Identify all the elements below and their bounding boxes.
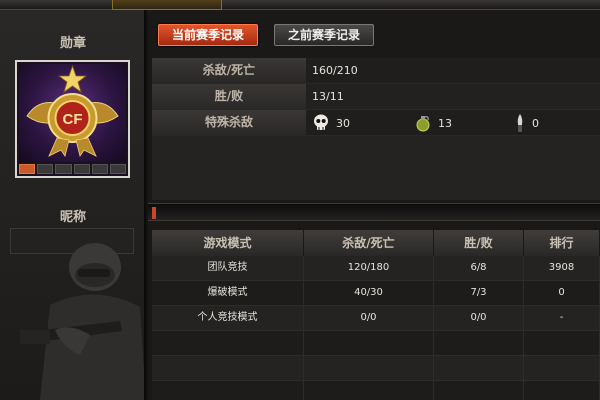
rank-cell: 3908 [524, 256, 600, 280]
tab-1[interactable] [22, 0, 102, 10]
rank-cell: 0 [524, 281, 600, 305]
previous-season-button[interactable]: 之前赛季记录 [274, 24, 374, 46]
grenade-count: 13 [438, 116, 452, 130]
rank-cell [524, 356, 600, 380]
tab-2-active[interactable] [112, 0, 222, 10]
headshot-count: 30 [336, 116, 350, 130]
wl-cell: 7/3 [434, 281, 524, 305]
table-row [152, 356, 600, 381]
medal-slot[interactable] [73, 164, 90, 174]
wl-cell: 0/0 [434, 306, 524, 330]
medal-slot[interactable] [109, 164, 127, 174]
mode-cell: 爆破模式 [152, 281, 304, 305]
medal-frame: CF [15, 60, 130, 178]
empty-stats-area [152, 136, 600, 200]
table-row: 爆破模式 40/30 7/3 0 [152, 281, 600, 306]
medal-slot[interactable] [55, 164, 72, 174]
knife-count: 0 [532, 116, 539, 130]
header-win-loss[interactable]: 胜/败 [434, 230, 524, 256]
headshot-stat: 30 [312, 113, 350, 133]
win-loss-value: 13/11 [312, 90, 344, 103]
summary-stats: 杀敌/死亡 160/210 胜/败 13/11 特殊杀敌 30 13 0 [152, 58, 600, 136]
medal-slot[interactable] [19, 164, 36, 174]
nickname-label: 昵称 [59, 210, 86, 225]
mode-cell: 团队竞技 [152, 256, 304, 280]
mode-cell: 个人竞技模式 [152, 306, 304, 330]
medal-emblem-text: CF [63, 111, 83, 128]
rank-cell [524, 331, 600, 355]
wl-cell [434, 356, 524, 380]
table-header: 游戏模式 杀敌/死亡 胜/败 排行 [152, 230, 600, 256]
progress-divider-bar [148, 203, 600, 221]
win-loss-row: 胜/败 13/11 [152, 84, 600, 110]
current-season-button[interactable]: 当前赛季记录 [158, 24, 258, 46]
medal-slot[interactable] [37, 164, 54, 174]
special-kills-row: 特殊杀敌 30 13 0 [152, 110, 600, 136]
grenade-icon [416, 116, 430, 132]
mode-cell [152, 331, 304, 355]
record-panel: 当前赛季记录 之前赛季记录 杀敌/死亡 160/210 胜/败 13/11 特殊… [148, 10, 600, 400]
table-row: 个人竞技模式 0/0 0/0 - [152, 306, 600, 331]
tab-4[interactable] [332, 0, 392, 10]
special-kills-label: 特殊杀敌 [152, 110, 306, 135]
skull-icon [314, 114, 328, 130]
game-mode-table: 游戏模式 杀敌/死亡 胜/败 排行 团队竞技 120/180 6/8 3908 … [152, 230, 600, 400]
medal-image: CF [19, 64, 126, 162]
win-loss-label: 胜/败 [152, 84, 306, 109]
header-mode[interactable]: 游戏模式 [152, 230, 304, 256]
kd-cell: 0/0 [304, 306, 434, 330]
top-tab-bar [0, 0, 600, 10]
kd-cell [304, 331, 434, 355]
wl-cell [434, 331, 524, 355]
kill-death-value: 160/210 [312, 64, 358, 77]
profile-sidebar: 勋章 CF 昵称 [0, 10, 146, 400]
medal-label: 勋章 [59, 36, 86, 51]
soldier-silhouette [0, 243, 144, 400]
grenade-stat: 13 [414, 113, 452, 133]
mode-cell [152, 356, 304, 380]
kill-death-label: 杀敌/死亡 [152, 58, 306, 83]
progress-marker [152, 207, 156, 219]
medal-page-slots [19, 164, 127, 174]
wl-cell: 6/8 [434, 256, 524, 280]
knife-icon [517, 114, 523, 132]
tab-3[interactable] [232, 0, 322, 10]
kill-death-row: 杀敌/死亡 160/210 [152, 58, 600, 84]
header-kill-death[interactable]: 杀敌/死亡 [304, 230, 434, 256]
kd-cell: 120/180 [304, 256, 434, 280]
wl-cell [434, 381, 524, 400]
knife-stat: 0 [514, 113, 539, 133]
kd-cell: 40/30 [304, 281, 434, 305]
medal-slot[interactable] [91, 164, 108, 174]
kd-cell [304, 381, 434, 400]
medal-badge-icon: CF [26, 64, 119, 157]
table-row [152, 381, 600, 400]
kd-cell [304, 356, 434, 380]
table-row [152, 331, 600, 356]
mode-cell [152, 381, 304, 400]
header-rank[interactable]: 排行 [524, 230, 600, 256]
table-row: 团队竞技 120/180 6/8 3908 [152, 256, 600, 281]
rank-cell: - [524, 306, 600, 330]
rank-cell [524, 381, 600, 400]
